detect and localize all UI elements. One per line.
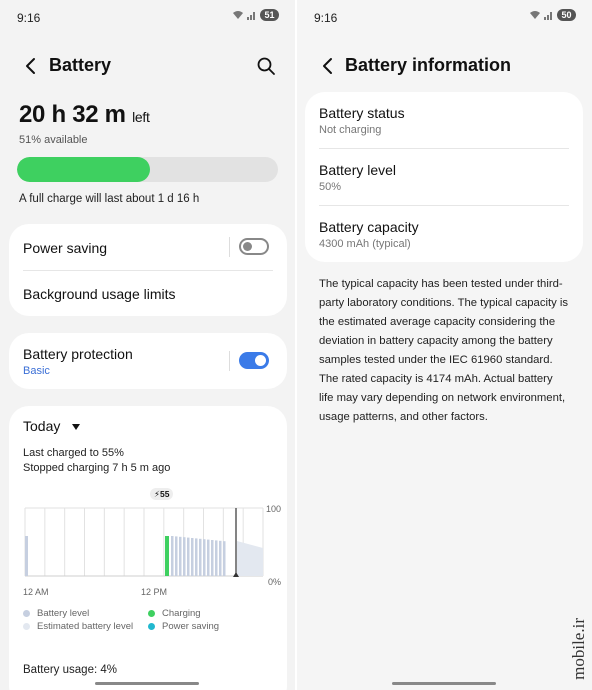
time-left-suffix: left — [132, 109, 150, 125]
divider — [319, 148, 569, 149]
capacity-description: The typical capacity has been tested und… — [319, 278, 569, 423]
legend-estimated: Estimated battery level — [37, 621, 134, 632]
chart-bar-battery-level — [191, 538, 194, 576]
app-header: Battery information — [297, 52, 592, 78]
battery-level-fill — [17, 157, 151, 182]
chart-bar-battery-level — [183, 537, 186, 576]
battery-protection-label: Battery protection — [23, 346, 133, 362]
background-usage-limits[interactable]: Background usage limits — [23, 286, 176, 302]
status-bar: 9:16 51 — [0, 0, 295, 34]
divider — [229, 351, 230, 371]
chart-bar-battery-level — [219, 540, 222, 576]
battery-info-card: Battery status Not charging Battery leve… — [305, 92, 583, 262]
battery-screen: 9:16 51 Battery 20 h 32 m left 51% avail… — [0, 0, 295, 690]
back-arrow-icon[interactable] — [317, 55, 339, 77]
charge-badge: ⚡55 — [150, 488, 174, 500]
chart-bar-battery-level — [175, 536, 178, 576]
battery-usage-total: Battery usage: 4% — [23, 664, 117, 676]
legend-battery-level-dot — [23, 610, 30, 617]
chart-bar-battery-level — [195, 538, 198, 576]
battery-usage-chart — [24, 507, 264, 577]
battery-level-value: 50% — [319, 181, 342, 193]
divider — [319, 205, 569, 206]
chart-bar-battery-level — [25, 536, 28, 576]
chart-bar-battery-level — [223, 541, 226, 576]
signal-icon — [544, 12, 552, 20]
status-time: 9:16 — [314, 11, 338, 25]
status-icons: 51 — [232, 9, 279, 21]
dropdown-caret-icon — [71, 424, 80, 430]
chart-bar-battery-level — [215, 540, 218, 576]
signal-icon — [247, 12, 255, 20]
divider — [23, 270, 273, 271]
range-dropdown[interactable]: Today — [23, 418, 81, 436]
divider — [229, 237, 230, 257]
status-icons: 50 — [529, 9, 576, 21]
x-axis-start-label: 12 AM — [23, 587, 49, 597]
battery-status-label: Battery status — [319, 105, 405, 121]
battery-level-label: Battery level — [319, 162, 397, 178]
stopped-charging: Stopped charging 7 h 5 m ago — [23, 462, 171, 474]
battery-status-value: Not charging — [319, 124, 382, 136]
full-charge-estimate: A full charge will last about 1 d 16 h — [19, 193, 200, 205]
chart-estimated-area — [237, 541, 263, 576]
battery-capacity-value: 4300 mAh (typical) — [319, 238, 411, 250]
power-card: Power saving Background usage limits — [9, 224, 287, 316]
battery-level-bar — [17, 157, 278, 182]
page-title: Battery — [49, 55, 112, 75]
available-percent: 51% available — [19, 134, 88, 146]
legend-battery-level: Battery level — [37, 608, 90, 619]
battery-status-icon: 50 — [557, 9, 576, 21]
wifi-icon — [530, 11, 540, 19]
nav-handle[interactable] — [392, 682, 496, 685]
chart-bar-battery-level — [199, 538, 202, 576]
axis-top-label: 100 — [266, 504, 282, 514]
chart-bar-battery-level — [179, 536, 182, 576]
chart-bar-battery-level — [211, 540, 214, 576]
legend-estimated-dot — [23, 623, 30, 630]
x-axis-mid-label: 12 PM — [141, 587, 168, 597]
back-arrow-icon[interactable] — [20, 55, 42, 77]
charge-badge-value: 55 — [159, 489, 170, 499]
legend-charging-dot — [148, 610, 155, 617]
chart-bar-battery-level — [203, 539, 206, 576]
range-label: Today — [23, 418, 61, 434]
time-left-value: 20 h 32 m — [19, 101, 126, 128]
watermark: mobile.ir — [569, 618, 588, 680]
power-saving-toggle[interactable] — [239, 238, 269, 255]
battery-protection-mode: Basic — [23, 365, 50, 377]
power-saving-label: Power saving — [23, 240, 108, 256]
toggle-knob — [255, 355, 266, 366]
battery-protection-card[interactable]: Battery protection Basic — [9, 333, 287, 389]
status-bar: 9:16 50 — [297, 0, 592, 34]
last-charged: Last charged to 55% — [23, 447, 124, 459]
legend-charging: Charging — [162, 608, 201, 619]
nav-handle[interactable] — [95, 682, 199, 685]
toggle-knob — [243, 242, 252, 251]
chart-bar-battery-level — [171, 536, 174, 576]
axis-bottom-label: 0% — [268, 577, 282, 587]
chart-bar-charging — [165, 536, 169, 576]
legend-power-saving: Power saving — [162, 621, 220, 632]
battery-capacity-label: Battery capacity — [319, 219, 419, 235]
legend-power-saving-dot — [148, 623, 155, 630]
status-time: 9:16 — [17, 11, 41, 25]
usage-card: Today Last charged to 55% Stopped chargi… — [9, 406, 287, 690]
chart-bar-battery-level — [187, 537, 190, 576]
page-title: Battery information — [345, 55, 512, 75]
chart-bar-battery-level — [207, 539, 210, 576]
app-header: Battery — [0, 52, 295, 78]
wifi-icon — [233, 11, 243, 19]
battery-protection-toggle[interactable] — [239, 352, 269, 369]
time-left: 20 h 32 m left — [19, 101, 150, 129]
search-icon[interactable] — [255, 55, 277, 77]
battery-status-icon: 51 — [260, 9, 279, 21]
